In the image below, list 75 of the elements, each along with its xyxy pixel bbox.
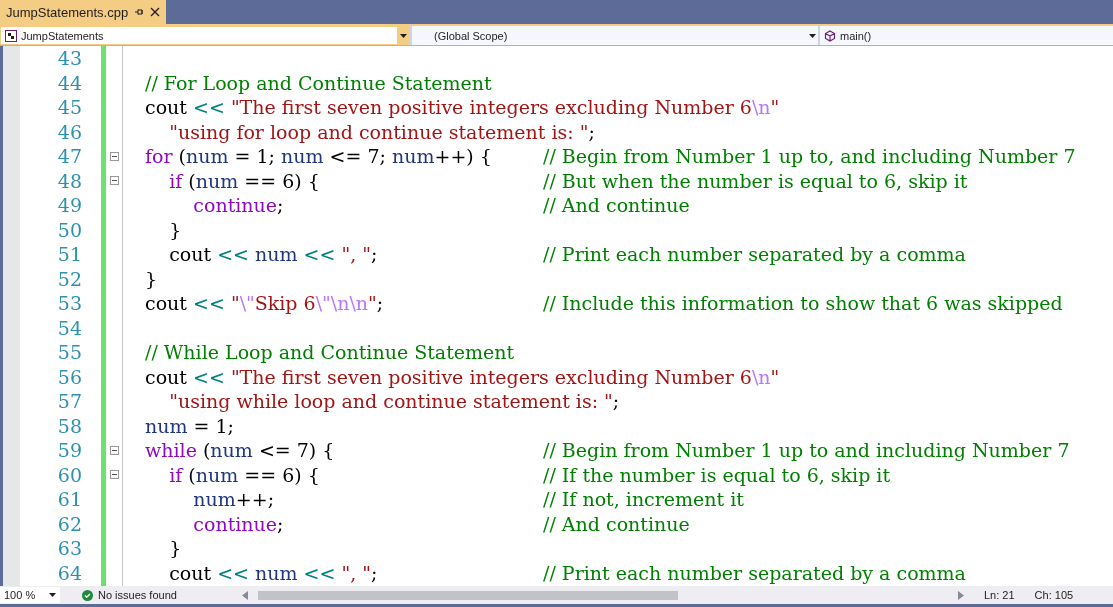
code-line: for (num = 1; num <= 7; num++) { bbox=[145, 144, 492, 169]
line-number: 44 bbox=[56, 70, 83, 95]
code-line: continue; bbox=[192, 193, 284, 218]
line-number: 46 bbox=[56, 119, 83, 144]
line-number: 59 bbox=[56, 438, 83, 463]
check-icon bbox=[82, 589, 93, 601]
caret-icon bbox=[808, 33, 816, 38]
code-line: } bbox=[168, 536, 182, 561]
code-comment: // Begin from Number 1 up to, and including Number 7 bbox=[543, 144, 1076, 169]
line-number: 54 bbox=[56, 315, 83, 340]
cube-icon bbox=[824, 29, 836, 42]
code-line: continue; bbox=[192, 511, 284, 536]
column-indicator: Ch: 105 bbox=[1034, 589, 1074, 601]
caret-icon bbox=[49, 593, 56, 597]
line-number: 53 bbox=[56, 291, 83, 316]
code-comment: // Print each number separated by a comma bbox=[543, 560, 966, 585]
code-line: if (num == 6) { bbox=[168, 168, 320, 193]
line-number: 55 bbox=[56, 340, 83, 365]
code-line: if (num == 6) { bbox=[168, 462, 320, 487]
code-line: cout << "The first seven positive integers excluding Number 6\n" bbox=[145, 95, 780, 120]
code-line: cout << num << ", "; bbox=[168, 242, 378, 267]
code-line: cout << "The first seven positive integers excluding Number 6\n" bbox=[145, 364, 780, 389]
file-tab[interactable]: JumpStatements.cpp bbox=[0, 0, 167, 24]
zoom-dropdown[interactable]: 100 % bbox=[0, 587, 60, 603]
scope-dropdown[interactable]: main() bbox=[820, 26, 1113, 45]
code-comment: // Print each number separated by a comma bbox=[543, 242, 966, 267]
collapse-icon[interactable] bbox=[109, 470, 119, 480]
line-number: 56 bbox=[56, 364, 83, 389]
code-line: while (num <= 7) { bbox=[145, 438, 335, 463]
code-line: "using for loop and continue statement is: "; bbox=[168, 119, 595, 144]
line-number: 58 bbox=[56, 413, 83, 438]
line-number: 43 bbox=[56, 46, 83, 71]
line-indicator: Ln: 21 bbox=[984, 589, 1015, 601]
code-comment: // But when the number is equal to 6, skip it bbox=[543, 168, 968, 193]
line-number: 60 bbox=[56, 462, 83, 487]
line-number: 50 bbox=[56, 217, 83, 242]
line-number: 62 bbox=[56, 511, 83, 536]
code-comment: // While Loop and Continue Statement bbox=[145, 340, 515, 365]
line-number: 47 bbox=[56, 144, 83, 169]
line-number: 57 bbox=[56, 389, 83, 414]
scroll-thumb[interactable] bbox=[258, 590, 678, 600]
line-number: 61 bbox=[56, 487, 83, 512]
line-number: 45 bbox=[56, 95, 83, 120]
scope-dropdown[interactable]: JumpStatements bbox=[0, 26, 410, 45]
code-line: } bbox=[168, 217, 182, 242]
caret-icon bbox=[399, 33, 407, 38]
scroll-right-icon[interactable] bbox=[958, 590, 964, 600]
scope-dropdown[interactable]: (Global Scope) bbox=[412, 26, 818, 45]
code-comment: // Include this information to show that 6 was skipped bbox=[543, 291, 1063, 316]
code-comment: // For Loop and Continue Statement bbox=[145, 70, 492, 95]
code-line: cout << "\"Skip 6\"\n\n"; bbox=[145, 291, 384, 316]
pin-icon[interactable] bbox=[134, 7, 145, 17]
code-comment: // If the number is equal to 6, skip it bbox=[543, 462, 891, 487]
code-comment: // And continue bbox=[543, 511, 690, 536]
line-number: 63 bbox=[56, 536, 83, 561]
line-number: 48 bbox=[56, 168, 83, 193]
code-line: num = 1; bbox=[145, 413, 234, 438]
line-number: 52 bbox=[56, 266, 83, 291]
collapse-icon[interactable] bbox=[109, 151, 119, 161]
scroll-left-icon[interactable] bbox=[242, 590, 248, 600]
class-icon bbox=[5, 29, 17, 42]
issues-status: No issues found bbox=[98, 589, 177, 601]
code-line: num++; bbox=[192, 487, 275, 512]
line-number: 51 bbox=[56, 242, 83, 267]
collapse-icon[interactable] bbox=[109, 176, 119, 186]
line-number: 49 bbox=[56, 193, 83, 218]
close-icon[interactable] bbox=[150, 7, 161, 17]
collapse-icon[interactable] bbox=[109, 445, 119, 455]
code-line: cout << num << ", "; bbox=[168, 560, 378, 585]
code-comment: // Begin from Number 1 up to and including Number 7 bbox=[543, 438, 1070, 463]
line-number: 64 bbox=[56, 560, 83, 585]
code-comment: // And continue bbox=[543, 193, 690, 218]
code-line: } bbox=[145, 266, 158, 291]
code-line: "using while loop and continue statement is: "; bbox=[168, 389, 620, 414]
code-comment: // If not, increment it bbox=[543, 487, 744, 512]
